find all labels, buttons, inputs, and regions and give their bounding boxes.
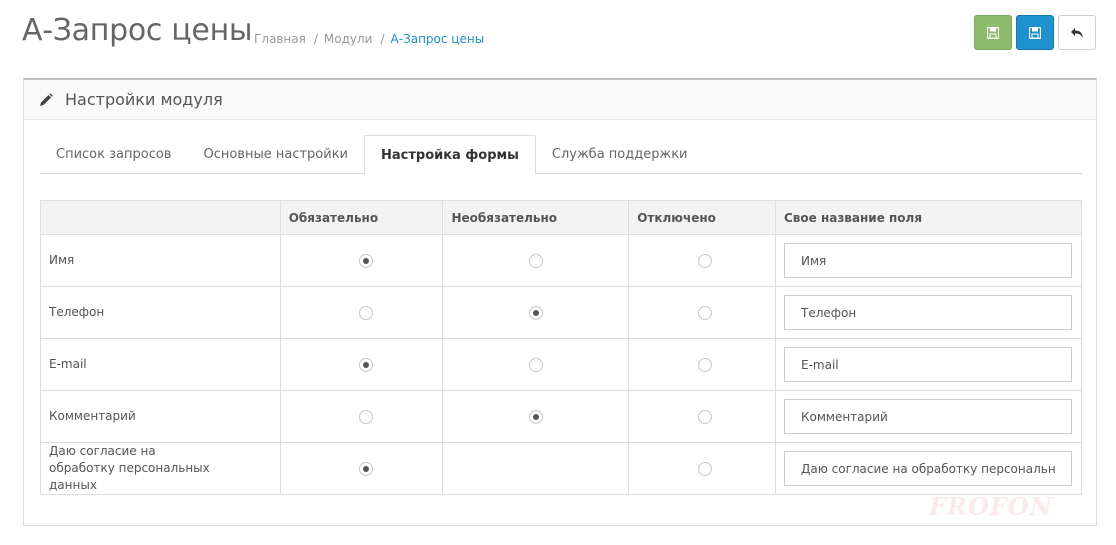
- tab-support[interactable]: Служба поддержки: [536, 135, 704, 174]
- field-label: E-mail: [40, 338, 281, 391]
- breadcrumb: Главная / Модули / А-Запрос цены: [254, 32, 484, 46]
- save-button[interactable]: [1016, 15, 1054, 50]
- custom-field-name-input[interactable]: [783, 347, 1072, 382]
- table-row: Даю согласие на обработку персональных д…: [40, 442, 1083, 495]
- column-header-required: Обязательно: [279, 200, 444, 235]
- custom-name-cell: [774, 442, 1083, 495]
- column-header-field: [40, 200, 281, 235]
- radio-cell-required: [279, 286, 444, 339]
- field-label: Даю согласие на обработку персональных д…: [40, 442, 281, 495]
- radio-cell-optional: [442, 234, 630, 287]
- radio-cell-disabled: [628, 338, 776, 391]
- custom-field-name-input[interactable]: [783, 451, 1072, 486]
- table-row: Комментарий: [40, 390, 1083, 443]
- radio-cell-required: [279, 390, 444, 443]
- panel-heading: Настройки модуля: [24, 80, 1096, 120]
- breadcrumb-home[interactable]: Главная: [254, 32, 306, 46]
- radio-cell-required: [279, 442, 444, 495]
- radio-disabled[interactable]: [698, 357, 713, 372]
- radio-cell-disabled: [628, 234, 776, 287]
- panel-title: Настройки модуля: [65, 90, 223, 109]
- radio-optional[interactable]: [529, 305, 544, 320]
- column-header-custom-name: Свое название поля: [774, 200, 1083, 235]
- radio-cell-optional: [442, 286, 630, 339]
- breadcrumb-separator: /: [380, 32, 385, 46]
- breadcrumb-separator: /: [313, 32, 318, 46]
- table-row: Имя: [40, 234, 1083, 287]
- radio-disabled[interactable]: [698, 305, 713, 320]
- radio-required[interactable]: [358, 409, 373, 424]
- form-fields-table: Обязательно Необязательно Отключено Свое…: [40, 200, 1083, 495]
- radio-optional[interactable]: [529, 409, 544, 424]
- radio-required[interactable]: [358, 461, 373, 476]
- radio-cell-disabled: [628, 286, 776, 339]
- page-title: А-Запрос цены: [22, 13, 253, 48]
- radio-optional[interactable]: [529, 253, 544, 268]
- table-row: E-mail: [40, 338, 1083, 391]
- custom-name-cell: [774, 286, 1083, 339]
- tab-main-settings[interactable]: Основные настройки: [187, 135, 364, 174]
- radio-cell-required: [279, 234, 444, 287]
- breadcrumb-modules[interactable]: Модули: [324, 32, 373, 46]
- pencil-icon: [40, 92, 53, 106]
- module-settings-panel: Настройки модуля Список запросов Основны…: [23, 78, 1097, 526]
- custom-name-cell: [774, 234, 1083, 287]
- tab-bar: Список запросов Основные настройки Настр…: [40, 135, 1082, 175]
- radio-cell-optional: [442, 338, 630, 391]
- field-label: Имя: [40, 234, 281, 287]
- custom-field-name-input[interactable]: [783, 243, 1072, 278]
- save-icon: [987, 26, 999, 39]
- radio-optional[interactable]: [529, 357, 544, 372]
- tab-form-settings[interactable]: Настройка формы: [364, 135, 536, 175]
- reply-icon: [1071, 27, 1083, 38]
- radio-disabled[interactable]: [698, 253, 713, 268]
- radio-cell-optional: [442, 442, 630, 495]
- breadcrumb-current[interactable]: А-Запрос цены: [391, 32, 485, 46]
- field-label: Телефон: [40, 286, 281, 339]
- radio-cell-optional: [442, 390, 630, 443]
- custom-name-cell: [774, 338, 1083, 391]
- tab-requests-list[interactable]: Список запросов: [40, 135, 187, 174]
- radio-cell-required: [279, 338, 444, 391]
- table-header-row: Обязательно Необязательно Отключено Свое…: [40, 200, 1083, 235]
- page-header: А-Запрос цены Главная / Модули / А-Запро…: [0, 0, 1116, 70]
- custom-field-name-input[interactable]: [783, 295, 1072, 330]
- custom-name-cell: [774, 390, 1083, 443]
- back-button[interactable]: [1058, 15, 1096, 50]
- save-icon: [1029, 26, 1041, 39]
- column-header-optional: Необязательно: [442, 200, 630, 235]
- custom-field-name-input[interactable]: [783, 399, 1072, 434]
- radio-disabled[interactable]: [698, 409, 713, 424]
- radio-required[interactable]: [358, 357, 373, 372]
- radio-cell-disabled: [628, 390, 776, 443]
- radio-required[interactable]: [358, 253, 373, 268]
- radio-cell-disabled: [628, 442, 776, 495]
- watermark-logo: FROFON: [929, 492, 1053, 521]
- radio-disabled[interactable]: [698, 461, 713, 476]
- field-label: Комментарий: [40, 390, 281, 443]
- radio-required[interactable]: [358, 305, 373, 320]
- save-and-stay-button[interactable]: [974, 15, 1012, 50]
- table-row: Телефон: [40, 286, 1083, 339]
- column-header-disabled: Отключено: [628, 200, 776, 235]
